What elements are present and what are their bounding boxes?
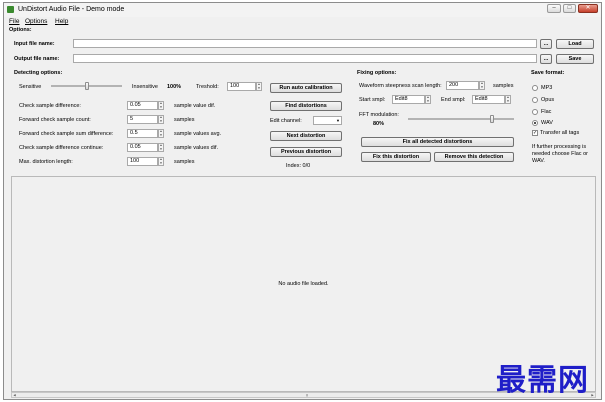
fix-all-distortions-button[interactable]: Fix all detected distortions — [361, 137, 514, 147]
title-bar: UnDistort Audio File - Demo mode – □ ✕ — [4, 3, 601, 17]
format-mp3-label: MP3 — [541, 85, 553, 91]
save-button[interactable]: Save — [556, 54, 594, 64]
run-auto-calibration-button[interactable]: Run auto calibration — [270, 83, 342, 93]
scan-length-unit: samples — [493, 83, 514, 89]
scroll-left-icon[interactable]: ◀ — [12, 393, 17, 397]
watermark-logo: 最需网 — [496, 363, 589, 398]
find-distortions-button[interactable]: Find distortions — [270, 101, 342, 111]
input-browse-button[interactable]: ... — [540, 39, 552, 49]
forward-check-count-unit: samples — [174, 117, 195, 123]
sensitivity-percent: 100% — [167, 84, 182, 90]
app-window: UnDistort Audio File - Demo mode – □ ✕ F… — [3, 2, 602, 400]
remove-detection-button[interactable]: Remove this detection — [434, 152, 514, 162]
max-distortion-length-unit: samples — [174, 159, 195, 165]
check-difference-continue-input[interactable]: 0.05 — [127, 143, 158, 152]
app-icon — [7, 6, 14, 13]
check-sample-difference-unit: sample value dif. — [174, 103, 216, 109]
format-wav-label: WAV — [541, 120, 553, 126]
forward-check-count-label: Forward check sample count: — [19, 117, 91, 123]
start-sample-spinner[interactable]: ▲ ▼ — [425, 95, 431, 104]
sensitive-label: Sensitive — [19, 84, 42, 90]
threshold-input[interactable]: 100 — [227, 82, 256, 91]
next-distortion-button[interactable]: Next distortion — [270, 131, 342, 141]
end-sample-input[interactable]: Edit8 — [472, 95, 505, 104]
fft-modulation-slider-thumb[interactable] — [489, 115, 494, 123]
check-difference-continue-unit: sample values dif. — [174, 145, 219, 151]
transfer-tags-checkbox[interactable]: ✓ — [532, 130, 538, 136]
input-file-label: Input file name: — [14, 41, 55, 47]
edit-channel-label: Edit channel: — [270, 118, 302, 124]
format-flac-label: Flac — [541, 109, 552, 115]
close-icon[interactable]: ✕ — [578, 4, 598, 13]
forward-check-count-input[interactable]: 5 — [127, 115, 158, 124]
window-title: UnDistort Audio File - Demo mode — [18, 6, 125, 13]
output-file-field[interactable] — [73, 54, 537, 63]
insensitive-label: Insensitive — [132, 84, 158, 90]
fft-modulation-slider-track[interactable] — [408, 118, 514, 120]
format-opus-label: Opus — [541, 97, 555, 103]
menu-bar: File Options Help — [4, 17, 601, 26]
edit-channel-select[interactable]: ▼ — [313, 116, 342, 125]
menu-help[interactable]: Help — [55, 18, 68, 25]
sensitivity-slider-thumb[interactable] — [84, 82, 89, 90]
forward-check-count-spinner[interactable]: ▲ ▼ — [158, 115, 164, 124]
options-section-label: Options: — [9, 27, 32, 33]
previous-distortion-button[interactable]: Previous distortion — [270, 147, 342, 157]
distortion-index: Index: 0/0 — [286, 163, 311, 169]
scan-length-label: Waveform steepness scan length: — [359, 83, 442, 89]
scan-length-input[interactable]: 200 — [446, 81, 479, 90]
menu-file[interactable]: File — [9, 18, 19, 25]
save-format-note: If further processing is needed choose F… — [532, 144, 588, 164]
input-file-field[interactable] — [73, 39, 537, 48]
output-browse-button[interactable]: ... — [540, 54, 552, 64]
forward-check-sum-spinner[interactable]: ▲ ▼ — [158, 129, 164, 138]
fft-modulation-percent: 80% — [373, 121, 385, 127]
format-flac-radio[interactable] — [532, 109, 538, 115]
check-sample-difference-input[interactable]: 0.05 — [127, 101, 158, 110]
fix-this-distortion-button[interactable]: Fix this distortion — [361, 152, 431, 162]
start-sample-label: Start smpl: — [359, 97, 386, 103]
end-sample-spinner[interactable]: ▲ ▼ — [505, 95, 511, 104]
format-mp3-radio[interactable] — [532, 85, 538, 91]
chevron-down-icon: ▼ — [336, 118, 340, 123]
format-wav-radio[interactable] — [532, 120, 538, 126]
threshold-label: Treshold: — [196, 84, 219, 90]
forward-check-sum-label: Forward check sample sum difference: — [19, 131, 114, 137]
forward-check-sum-unit: sample values avg. — [174, 131, 222, 137]
check-difference-continue-label: Check sample difference continue: — [19, 145, 104, 151]
fft-modulation-label: FFT modulation: — [359, 112, 399, 118]
scroll-grip-icon[interactable]: ||| — [304, 393, 310, 397]
load-button[interactable]: Load — [556, 39, 594, 49]
no-audio-message: No audio file loaded. — [278, 281, 329, 287]
fixing-options-title: Fixing options: — [357, 70, 397, 76]
end-sample-label: End smpl: — [441, 97, 466, 103]
menu-options[interactable]: Options — [25, 18, 47, 25]
check-sample-difference-label: Check sample difference: — [19, 103, 81, 109]
transfer-tags-label: Transfer all tags — [540, 130, 580, 136]
format-opus-radio[interactable] — [532, 97, 538, 103]
output-file-label: Output file name: — [14, 56, 60, 62]
start-sample-input[interactable]: Edit8 — [392, 95, 425, 104]
max-distortion-length-label: Max. distortion length: — [19, 159, 73, 165]
threshold-spinner[interactable]: ▲ ▼ — [256, 82, 262, 91]
maximize-icon[interactable]: □ — [563, 4, 576, 13]
save-format-title: Save format: — [531, 70, 565, 76]
max-distortion-length-spinner[interactable]: ▲ ▼ — [158, 157, 164, 166]
minimize-icon[interactable]: – — [547, 4, 561, 13]
forward-check-sum-input[interactable]: 0.5 — [127, 129, 158, 138]
check-difference-continue-spinner[interactable]: ▲ ▼ — [158, 143, 164, 152]
scan-length-spinner[interactable]: ▲ ▼ — [479, 81, 485, 90]
max-distortion-length-input[interactable]: 100 — [127, 157, 158, 166]
check-sample-difference-spinner[interactable]: ▲ ▼ — [158, 101, 164, 110]
scroll-right-icon[interactable]: ▶ — [590, 393, 595, 397]
detecting-options-title: Detecting options: — [14, 70, 63, 76]
